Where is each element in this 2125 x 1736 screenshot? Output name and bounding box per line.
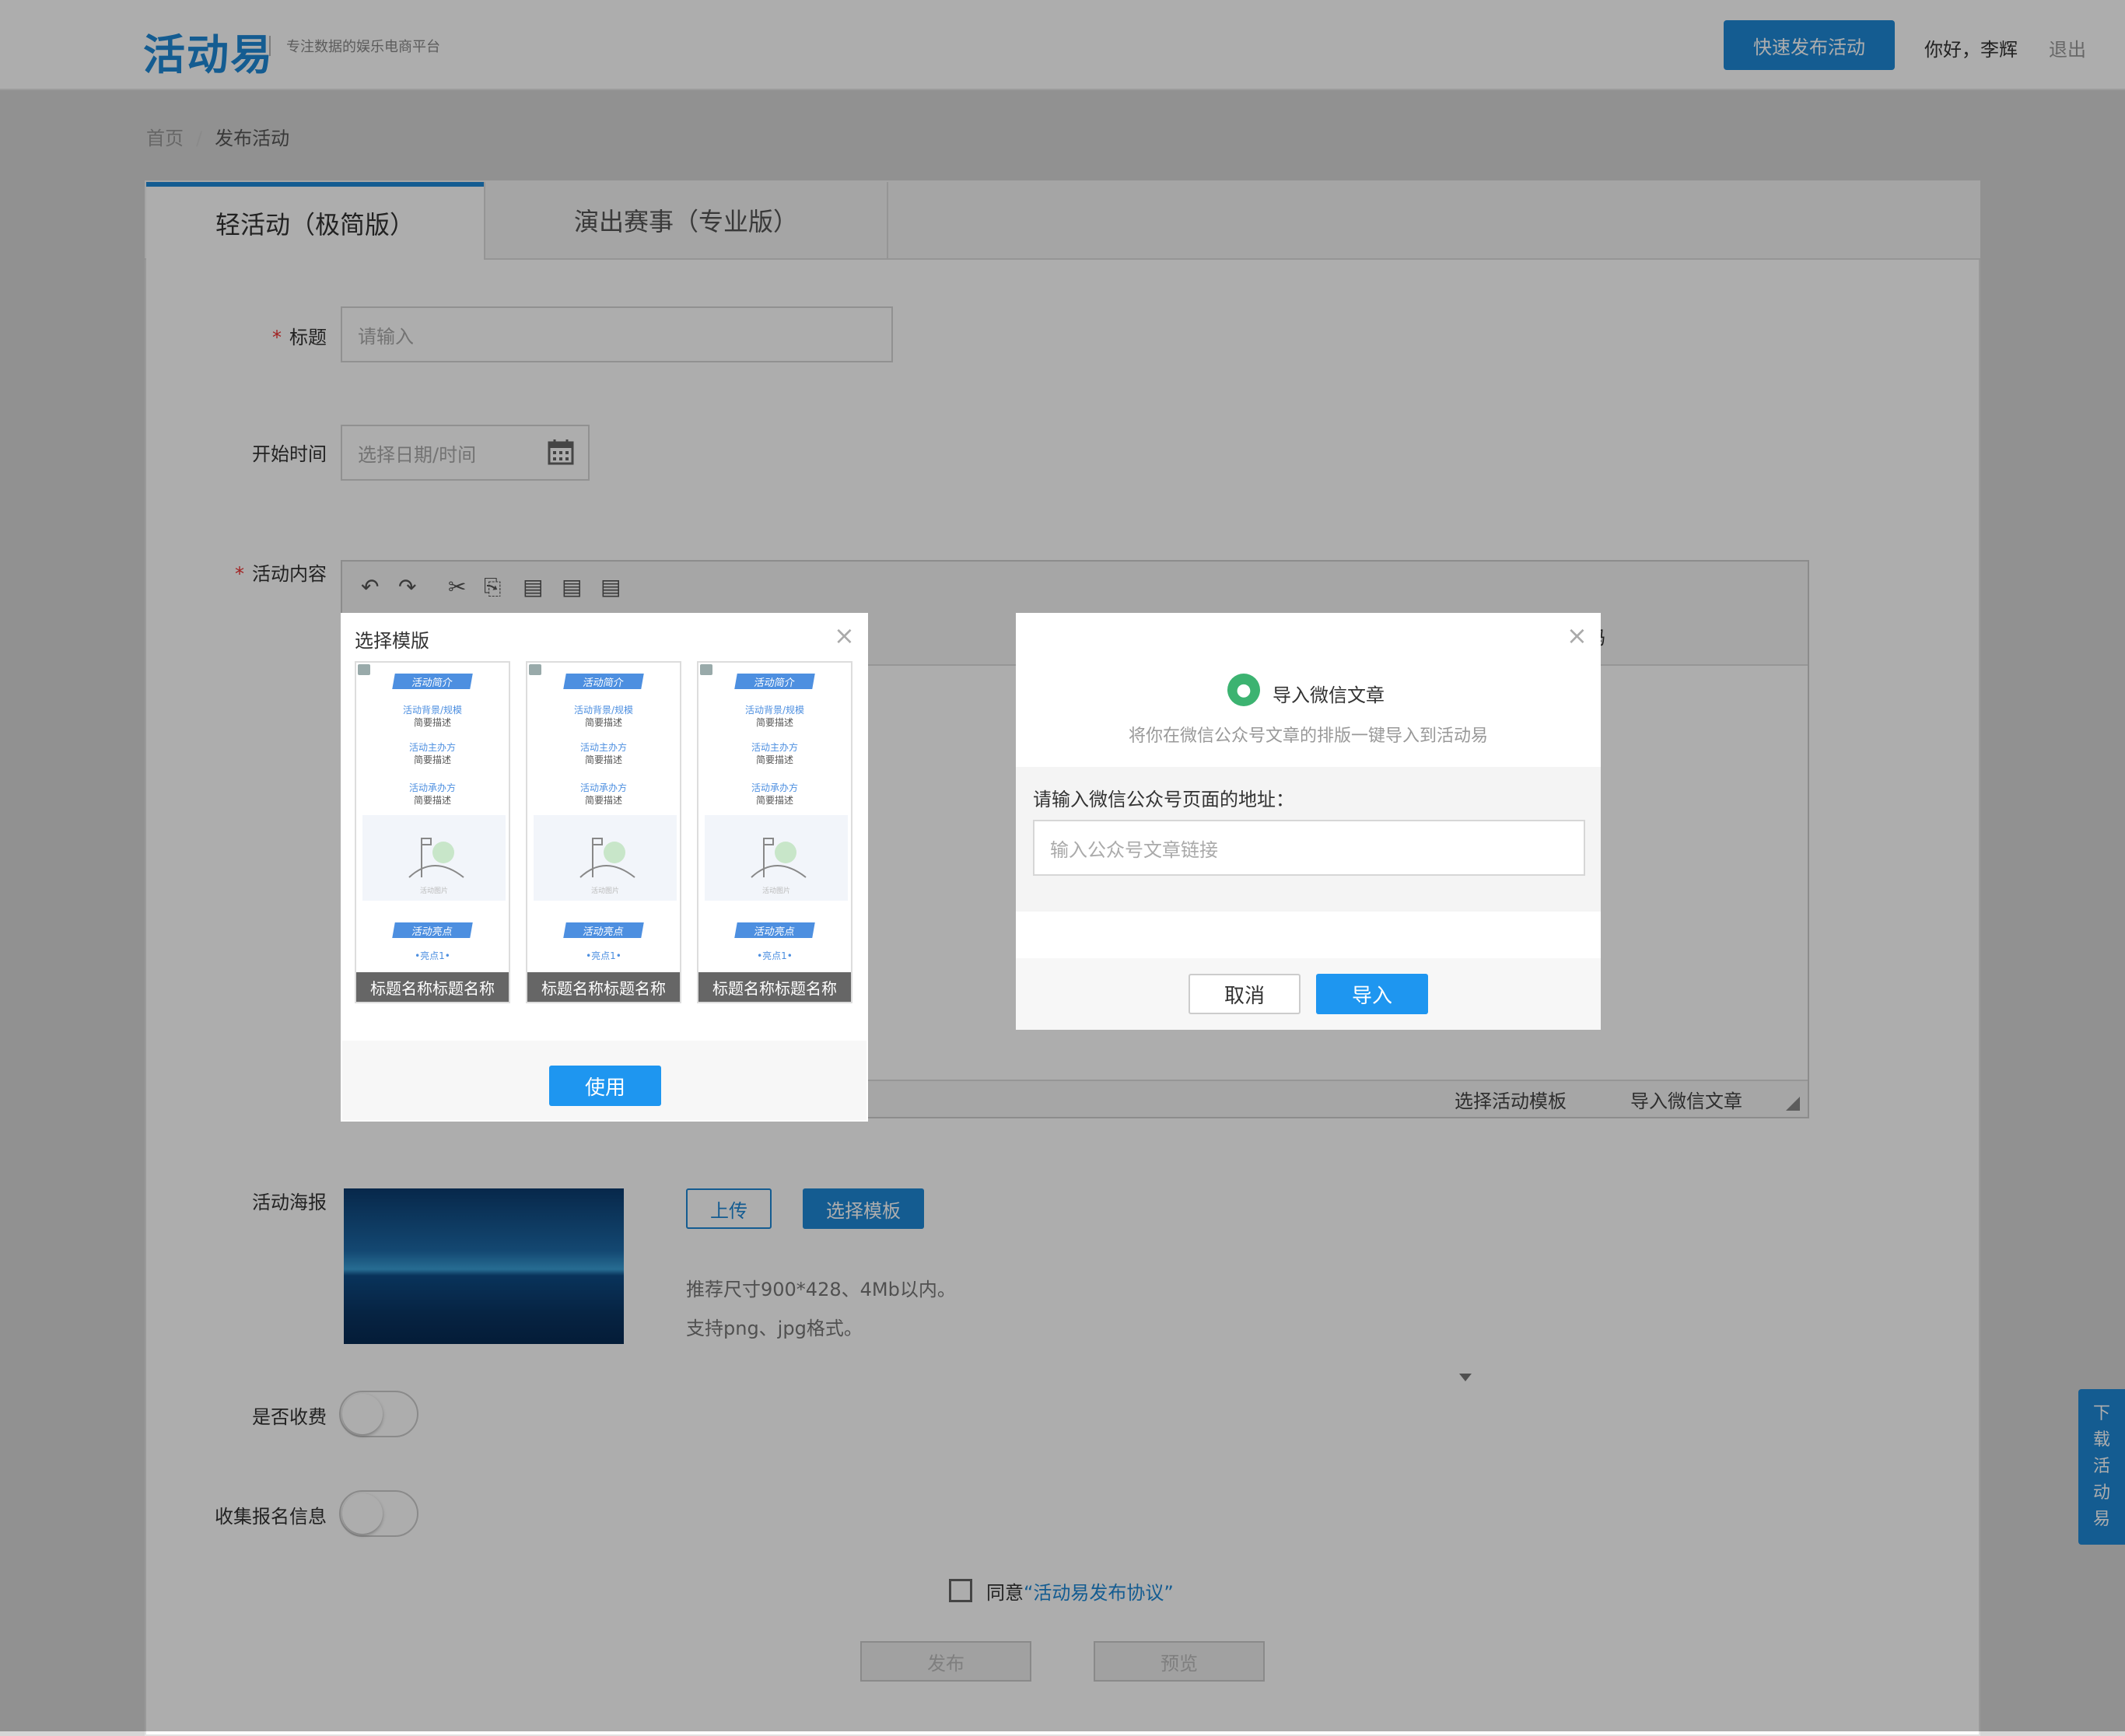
- template-text: 简要描述: [584, 717, 622, 728]
- template-text: 简要描述: [413, 754, 451, 765]
- template-caption: 标题名称标题名称: [698, 972, 851, 1002]
- wechat-dialog-title: 导入微信文章: [1273, 684, 1385, 706]
- template-image-placeholder: 活动图片: [362, 815, 506, 901]
- template-image-placeholder: 活动图片: [534, 815, 677, 901]
- template-card[interactable]: 活动简介 活动背景/规模 简要描述 活动主办方 简要描述 活动承办方 简要描述 …: [697, 661, 852, 1003]
- template-text: 活动承办方: [751, 782, 798, 793]
- close-icon[interactable]: ×: [1567, 621, 1588, 650]
- template-card[interactable]: 活动简介 活动背景/规模 简要描述 活动主办方 简要描述 活动承办方 简要描述 …: [355, 661, 510, 1003]
- template-text: 活动承办方: [579, 782, 627, 793]
- preview-eye-icon[interactable]: [358, 664, 370, 675]
- template-card[interactable]: 活动简介 活动背景/规模 简要描述 活动主办方 简要描述 活动承办方 简要描述 …: [526, 661, 681, 1003]
- svg-text:活动图片: 活动图片: [762, 886, 790, 895]
- template-text: 活动背景/规模: [744, 705, 805, 716]
- svg-text:活动图片: 活动图片: [591, 886, 619, 895]
- wechat-dialog-footer: [1016, 958, 1601, 1030]
- template-text: 活动主办方: [408, 742, 456, 753]
- template-dialog-title: 选择模版: [355, 630, 429, 652]
- import-button[interactable]: 导入: [1316, 974, 1428, 1014]
- template-section-heading: 活动亮点: [392, 922, 473, 938]
- svg-text:活动图片: 活动图片: [420, 886, 448, 895]
- template-text: 简要描述: [413, 717, 451, 728]
- preview-eye-icon[interactable]: [529, 664, 541, 675]
- template-text: 简要描述: [584, 754, 622, 765]
- template-section-heading: 活动亮点: [563, 922, 644, 938]
- template-text: 简要描述: [584, 795, 622, 806]
- template-text: 活动承办方: [408, 782, 456, 793]
- wechat-dialog-subtitle: 将你在微信公众号文章的排版一键导入到活动易: [1128, 726, 1488, 746]
- wechat-url-label: 请输入微信公众号页面的地址：: [1033, 789, 1294, 810]
- template-caption: 标题名称标题名称: [527, 972, 680, 1002]
- template-text: 活动背景/规模: [402, 705, 463, 716]
- template-image-placeholder: 活动图片: [705, 815, 848, 901]
- template-section-heading: 活动简介: [563, 674, 644, 689]
- template-text: •亮点1•: [586, 950, 621, 961]
- template-text: 简要描述: [755, 754, 793, 765]
- template-text: •亮点1•: [415, 950, 450, 961]
- template-text: 简要描述: [755, 717, 793, 728]
- template-text: 活动主办方: [579, 742, 627, 753]
- template-section-heading: 活动简介: [734, 674, 815, 689]
- close-icon[interactable]: ×: [834, 621, 855, 650]
- use-template-button[interactable]: 使用: [549, 1066, 661, 1106]
- cancel-button[interactable]: 取消: [1189, 974, 1301, 1014]
- template-text: 活动主办方: [751, 742, 798, 753]
- template-text: 简要描述: [755, 795, 793, 806]
- wechat-url-input[interactable]: 输入公众号文章链接: [1033, 820, 1585, 876]
- template-text: 简要描述: [413, 795, 451, 806]
- template-text: 活动背景/规模: [573, 705, 634, 716]
- template-caption: 标题名称标题名称: [356, 972, 509, 1002]
- preview-eye-icon[interactable]: [700, 664, 712, 675]
- wechat-icon: ●: [1227, 674, 1260, 706]
- template-section-heading: 活动亮点: [734, 922, 815, 938]
- template-text: •亮点1•: [757, 950, 793, 961]
- template-section-heading: 活动简介: [392, 674, 473, 689]
